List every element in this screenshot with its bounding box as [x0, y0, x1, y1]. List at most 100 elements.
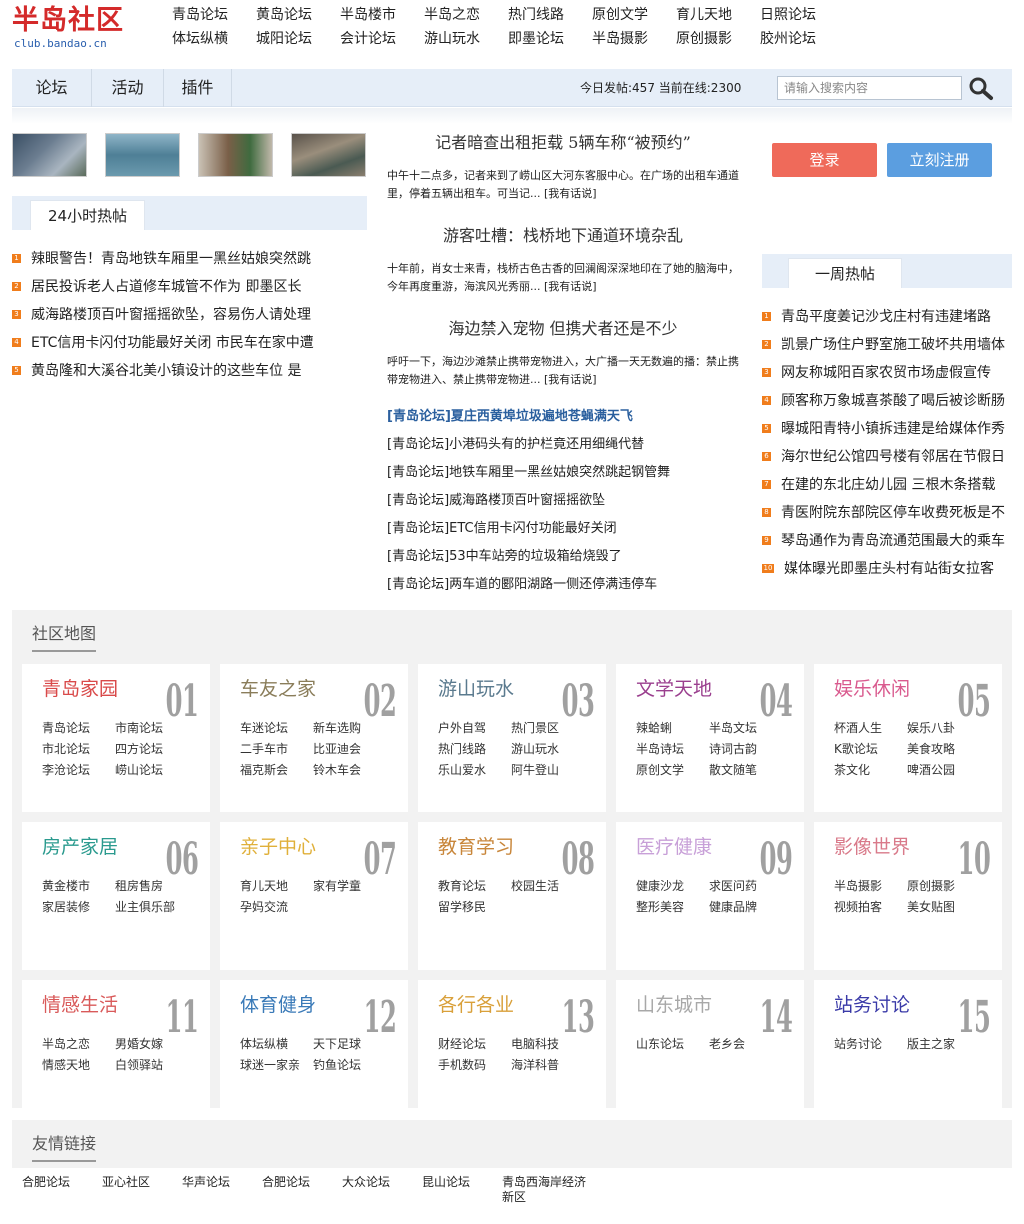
news-headline[interactable]: 海边禁入宠物 但携犬者还是不少	[387, 319, 739, 339]
category-title[interactable]: 亲子中心	[240, 835, 316, 859]
forum-link[interactable]: 天下足球	[313, 1034, 386, 1055]
topnav-link[interactable]: 即墨论坛	[508, 30, 592, 48]
forum-link[interactable]: 球迷一家亲	[240, 1055, 313, 1076]
forum-link[interactable]: 留学移民	[438, 897, 511, 918]
category-title[interactable]: 娱乐休闲	[834, 677, 910, 701]
list-item[interactable]: [青岛论坛]两车道的郾阳湖路一侧还停满违停车	[387, 571, 747, 599]
forum-link[interactable]: 体坛纵横	[240, 1034, 313, 1055]
list-item[interactable]: 2 居民投诉老人占道修车城管不作为 即墨区长	[12, 272, 357, 300]
forum-link[interactable]: 热门景区	[511, 718, 584, 739]
forum-link[interactable]: 杯酒人生	[834, 718, 907, 739]
forum-link[interactable]: 家有学童	[313, 876, 386, 897]
category-card[interactable]: 教育学习 08 教育论坛 校园生活 留学移民	[418, 822, 606, 970]
forum-link[interactable]: 户外自驾	[438, 718, 511, 739]
topnav-link[interactable]: 体坛纵横	[172, 30, 256, 48]
topnav-link[interactable]: 热门线路	[508, 6, 592, 24]
forum-link[interactable]: 李沧论坛	[42, 760, 115, 781]
list-item[interactable]: 10 媒体曝光即墨庄头村有站街女拉客	[762, 554, 1012, 582]
topnav-link[interactable]: 胶州论坛	[760, 30, 844, 48]
topnav-link[interactable]: 黄岛论坛	[256, 6, 340, 24]
category-title[interactable]: 教育学习	[438, 835, 514, 859]
friend-link[interactable]: 合肥论坛	[22, 1175, 102, 1205]
list-item[interactable]: 4 顾客称万象城喜茶酸了喝后被诊断肠	[762, 386, 1012, 414]
forum-link[interactable]: 半岛诗坛	[636, 739, 709, 760]
list-item[interactable]: 6 海尔世纪公馆四号楼有邻居在节假日	[762, 442, 1012, 470]
forum-link[interactable]: 整形美容	[636, 897, 709, 918]
forum-link[interactable]: 比亚迪会	[313, 739, 386, 760]
search-button[interactable]	[966, 75, 996, 101]
list-item[interactable]: 3 威海路楼顶百叶窗摇摇欲坠，容易伤人请处理	[12, 300, 357, 328]
tab-activity[interactable]: 活动	[92, 69, 164, 107]
forum-link[interactable]: 视频拍客	[834, 897, 907, 918]
topnav-link[interactable]: 原创摄影	[676, 30, 760, 48]
category-title[interactable]: 体育健身	[240, 993, 316, 1017]
forum-link[interactable]: 铃木车会	[313, 760, 386, 781]
list-item[interactable]: 9 琴岛通作为青岛流通范围最大的乘车	[762, 526, 1012, 554]
category-card[interactable]: 情感生活 11 半岛之恋 男婚女嫁 情感天地 白领驿站	[22, 980, 210, 1128]
forum-link[interactable]: 业主俱乐部	[115, 897, 188, 918]
topnav-link[interactable]: 半岛楼市	[340, 6, 424, 24]
category-title[interactable]: 医疗健康	[636, 835, 712, 859]
photo-thumbnail[interactable]	[105, 133, 180, 177]
forum-link[interactable]: 电脑科技	[511, 1034, 584, 1055]
category-title[interactable]: 车友之家	[240, 677, 316, 701]
forum-link[interactable]: 原创摄影	[907, 876, 980, 897]
forum-link[interactable]: 娱乐八卦	[907, 718, 980, 739]
forum-link[interactable]: 财经论坛	[438, 1034, 511, 1055]
forum-link[interactable]: 手机数码	[438, 1055, 511, 1076]
forum-link[interactable]: 半岛之恋	[42, 1034, 115, 1055]
forum-link[interactable]: 男婚女嫁	[115, 1034, 188, 1055]
category-title[interactable]: 文学天地	[636, 677, 712, 701]
forum-link[interactable]: 教育论坛	[438, 876, 511, 897]
topnav-link[interactable]: 青岛论坛	[172, 6, 256, 24]
topnav-link[interactable]: 城阳论坛	[256, 30, 340, 48]
category-card[interactable]: 文学天地 04 辣蛤蜊 半岛文坛 半岛诗坛 诗词古韵 原创文学 散文随笔	[616, 664, 804, 812]
list-item[interactable]: 5 黄岛隆和大溪谷北美小镇设计的这些车位 是	[12, 356, 357, 384]
forum-link[interactable]: 育儿天地	[240, 876, 313, 897]
forum-link[interactable]: 校园生活	[511, 876, 584, 897]
list-item[interactable]: [青岛论坛]威海路楼顶百叶窗摇摇欲坠	[387, 487, 747, 515]
category-card[interactable]: 体育健身 12 体坛纵横 天下足球 球迷一家亲 钓鱼论坛	[220, 980, 408, 1128]
category-title[interactable]: 各行各业	[438, 993, 514, 1017]
list-item[interactable]: 5 曝城阳青特小镇拆违建是给媒体作秀	[762, 414, 1012, 442]
category-card[interactable]: 亲子中心 07 育儿天地 家有学童 孕妈交流	[220, 822, 408, 970]
forum-link[interactable]: 老乡会	[709, 1034, 782, 1055]
category-card[interactable]: 影像世界 10 半岛摄影 原创摄影 视频拍客 美女贴图	[814, 822, 1002, 970]
forum-link[interactable]: 原创文学	[636, 760, 709, 781]
forum-link[interactable]: 健康品牌	[709, 897, 782, 918]
news-headline[interactable]: 游客吐槽：栈桥地下通道环境杂乱	[387, 226, 739, 246]
forum-link[interactable]: 啤酒公园	[907, 760, 980, 781]
tab-forum[interactable]: 论坛	[12, 69, 92, 107]
category-card[interactable]: 车友之家 02 车迷论坛 新车选购 二手车市 比亚迪会 福克斯会 铃木车会	[220, 664, 408, 812]
forum-link[interactable]: 游山玩水	[511, 739, 584, 760]
login-button[interactable]: 登录	[772, 143, 877, 177]
forum-link[interactable]: K歌论坛	[834, 739, 907, 760]
forum-link[interactable]: 诗词古韵	[709, 739, 782, 760]
forum-link[interactable]: 新车选购	[313, 718, 386, 739]
forum-link[interactable]: 白领驿站	[115, 1055, 188, 1076]
forum-link[interactable]: 版主之家	[907, 1034, 980, 1055]
forum-link[interactable]: 乐山爱水	[438, 760, 511, 781]
topnav-link[interactable]: 日照论坛	[760, 6, 844, 24]
forum-link[interactable]: 美食攻略	[907, 739, 980, 760]
list-item[interactable]: 1 青岛平度姜记沙戈庄村有违建堵路	[762, 302, 1012, 330]
forum-link[interactable]: 健康沙龙	[636, 876, 709, 897]
category-card[interactable]: 各行各业 13 财经论坛 电脑科技 手机数码 海洋科普	[418, 980, 606, 1128]
forum-link[interactable]: 孕妈交流	[240, 897, 313, 918]
photo-thumbnail[interactable]	[12, 133, 87, 177]
forum-link[interactable]: 辣蛤蜊	[636, 718, 709, 739]
category-card[interactable]: 山东城市 14 山东论坛 老乡会	[616, 980, 804, 1128]
list-item[interactable]: [青岛论坛]53中车站旁的垃圾箱给烧毁了	[387, 543, 747, 571]
search-input[interactable]: 请输入搜索内容	[777, 76, 962, 100]
forum-link[interactable]: 二手车市	[240, 739, 313, 760]
topnav-link[interactable]: 半岛摄影	[592, 30, 676, 48]
forum-link[interactable]: 钓鱼论坛	[313, 1055, 386, 1076]
topnav-link[interactable]: 会计论坛	[340, 30, 424, 48]
topnav-link[interactable]: 半岛之恋	[424, 6, 508, 24]
forum-link[interactable]: 市南论坛	[115, 718, 188, 739]
list-item[interactable]: 1 辣眼警告！青岛地铁车厢里一黑丝姑娘突然跳	[12, 244, 357, 272]
friend-link[interactable]: 昆山论坛	[422, 1175, 502, 1205]
category-title[interactable]: 山东城市	[636, 993, 712, 1017]
forum-link[interactable]: 阿牛登山	[511, 760, 584, 781]
category-card[interactable]: 医疗健康 09 健康沙龙 求医问药 整形美容 健康品牌	[616, 822, 804, 970]
